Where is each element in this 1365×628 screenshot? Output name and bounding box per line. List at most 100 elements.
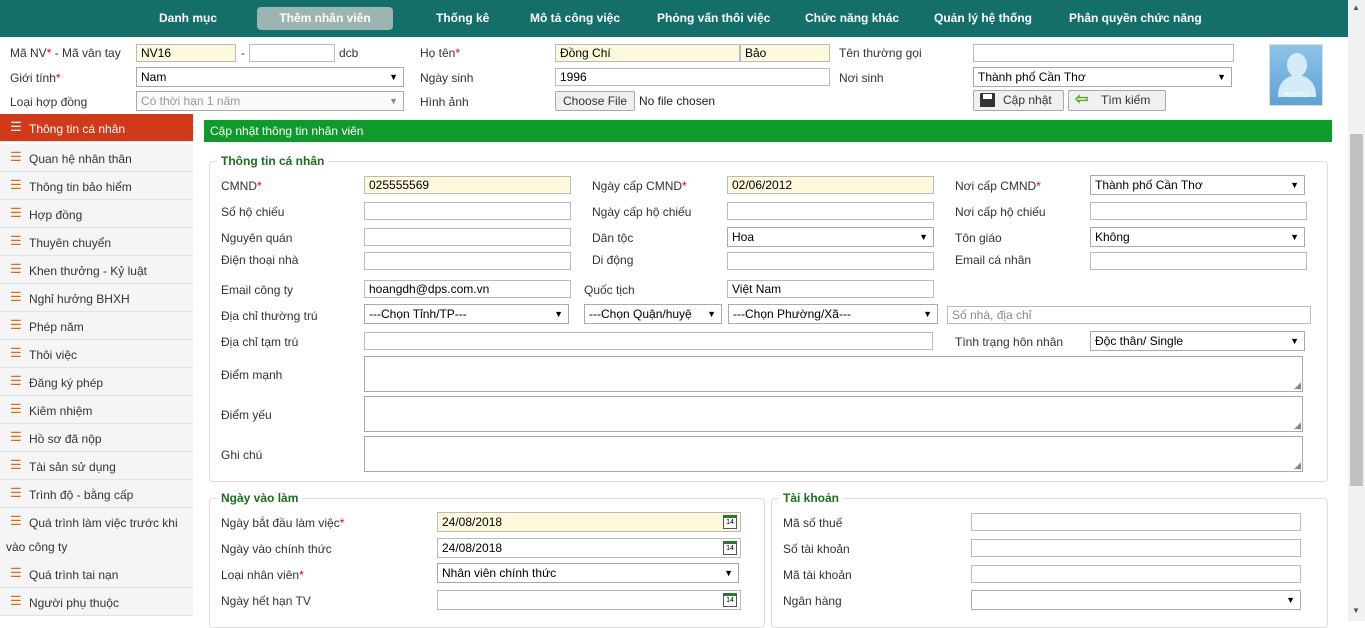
ghi-chu-textarea[interactable]: ◢ bbox=[364, 436, 1303, 472]
email-cong-ty-input[interactable]: hoangdh@dps.com.vn bbox=[364, 280, 571, 298]
ma-so-thue-input[interactable] bbox=[971, 513, 1301, 531]
sidebar-item-thong-tin-ca-nhan[interactable]: ☰ Thông tin cá nhân bbox=[0, 114, 193, 142]
ngay-cap-ho-chieu-input[interactable] bbox=[727, 202, 934, 220]
ho-input[interactable]: Đồng Chí bbox=[555, 44, 740, 62]
tai-khoan-legend: Tài khoản bbox=[779, 491, 844, 505]
quan-select[interactable]: ---Chọn Quận/huyệ ▼ bbox=[584, 304, 722, 324]
di-dong-label: Di động bbox=[592, 253, 634, 267]
so-ho-chieu-input[interactable] bbox=[364, 202, 571, 220]
ten-input[interactable]: Bảo bbox=[740, 44, 830, 62]
so-tai-khoan-label: Số tài khoản bbox=[783, 542, 850, 556]
ngay-bat-dau-label: Ngày bắt đầu làm việc* bbox=[221, 516, 345, 530]
personal-legend: Thông tin cá nhân bbox=[217, 154, 329, 168]
ngay-bat-dau-input[interactable]: 24/08/2018 14 bbox=[437, 512, 741, 532]
tinh-select[interactable]: ---Chọn Tỉnh/TP--- ▼ bbox=[364, 304, 569, 324]
nav-phan-quyen[interactable]: Phân quyền chức năng bbox=[1069, 0, 1202, 37]
ma-tai-khoan-input[interactable] bbox=[971, 565, 1301, 583]
loai-hop-dong-label: Loại hợp đồng bbox=[10, 95, 88, 109]
sidebar-item-quan-he-nhan-than[interactable]: ☰ Quan hệ nhân thân bbox=[0, 144, 193, 172]
page-scrollbar[interactable]: ▲ ▼ bbox=[1348, 0, 1365, 621]
ngay-cap-cmnd-input[interactable]: 02/06/2012 bbox=[727, 176, 934, 194]
dia-chi-thuong-tru-label: Địa chỉ thường trú bbox=[221, 309, 318, 323]
so-tai-khoan-input[interactable] bbox=[971, 539, 1301, 557]
resize-grip-icon: ◢ bbox=[1294, 420, 1301, 430]
chevron-down-icon: ▼ bbox=[1290, 232, 1299, 242]
sidebar-item-ho-so-da-nop[interactable]: ☰ Hồ sơ đã nộp bbox=[0, 424, 193, 452]
sidebar-item-tai-san-su-dung[interactable]: ☰ Tài sản sử dụng bbox=[0, 452, 193, 480]
cap-nhat-button[interactable]: Cập nhật bbox=[973, 90, 1064, 111]
ngay-vao-lam-legend: Ngày vào làm bbox=[217, 491, 303, 505]
scroll-down-icon[interactable]: ▼ bbox=[1352, 606, 1360, 615]
ngay-sinh-input[interactable]: 1996 bbox=[555, 68, 830, 86]
cmnd-input[interactable]: 025555569 bbox=[364, 176, 571, 194]
calendar-icon[interactable]: 14 bbox=[723, 541, 737, 555]
ton-giao-label: Tôn giáo bbox=[955, 231, 1002, 245]
scroll-up-icon[interactable]: ▲ bbox=[1352, 3, 1360, 12]
sidebar-item-hop-dong[interactable]: ☰ Hợp đồng bbox=[0, 200, 193, 228]
nav-chuc-nang-khac[interactable]: Chức năng khác bbox=[805, 0, 899, 37]
dien-thoai-nha-input[interactable] bbox=[364, 252, 571, 270]
sidebar-item-khen-thuong[interactable]: ☰ Khen thưởng - Kỷ luật bbox=[0, 256, 193, 284]
sidebar-item-kiem-nhiem[interactable]: ☰ Kiêm nhiệm bbox=[0, 396, 193, 424]
noi-sinh-select[interactable]: Thành phố Cần Thơ ▼ bbox=[973, 67, 1232, 87]
nav-mo-ta-cong-viec[interactable]: Mô tả công việc bbox=[530, 0, 620, 37]
dcb-text: dcb bbox=[339, 46, 359, 60]
nav-them-nhan-vien[interactable]: Thêm nhân viên bbox=[257, 7, 393, 30]
ngay-chinh-thuc-input[interactable]: 24/08/2018 14 bbox=[437, 538, 741, 558]
quoc-tich-input[interactable]: Việt Nam bbox=[727, 280, 934, 298]
chevron-down-icon: ▼ bbox=[923, 309, 932, 319]
menu-icon: ☰ bbox=[10, 119, 22, 134]
chevron-down-icon: ▼ bbox=[1290, 180, 1299, 190]
phuong-select[interactable]: ---Chọn Phường/Xã--- ▼ bbox=[728, 304, 938, 324]
sidebar-item-nguoi-phu-thuoc[interactable]: ☰ Người phụ thuộc bbox=[0, 588, 193, 616]
gioi-tinh-select[interactable]: Nam ▼ bbox=[136, 67, 404, 87]
dan-toc-select[interactable]: Hoa ▼ bbox=[727, 227, 934, 247]
noi-cap-cmnd-select[interactable]: Thành phố Cần Thơ ▼ bbox=[1090, 175, 1305, 195]
loai-hop-dong-select[interactable]: Có thời hạn 1 năm ▼ bbox=[136, 91, 404, 111]
calendar-icon[interactable]: 14 bbox=[723, 515, 737, 529]
ngay-het-han-input[interactable]: 14 bbox=[437, 590, 741, 610]
sidebar-item-qua-trinh-tai-nan[interactable]: ☰ Quá trình tai nạn bbox=[0, 560, 193, 588]
sidebar-item-trinh-do[interactable]: ☰ Trình độ - bằng cấp bbox=[0, 480, 193, 508]
avatar-photo: PHOTO bbox=[1269, 44, 1323, 106]
dien-thoai-nha-label: Điện thoại nhà bbox=[221, 253, 299, 267]
ma-tai-khoan-label: Mã tài khoản bbox=[783, 568, 852, 582]
tim-kiem-button[interactable]: ⇦ Tìm kiếm bbox=[1068, 90, 1166, 111]
sidebar-item-thoi-viec[interactable]: ☰ Thôi việc bbox=[0, 340, 193, 368]
gioi-tinh-label: Giới tính* bbox=[10, 71, 61, 85]
chevron-down-icon: ▼ bbox=[389, 96, 398, 106]
menu-icon: ☰ bbox=[10, 457, 22, 472]
ngan-hang-select[interactable]: ▼ bbox=[971, 590, 1301, 610]
sidebar-item-phep-nam[interactable]: ☰ Phép năm bbox=[0, 312, 193, 340]
diem-yeu-textarea[interactable]: ◢ bbox=[364, 396, 1303, 432]
sidebar-item-qua-trinh-lam-viec[interactable]: ☰ Quá trình làm việc trước khi vào công ty bbox=[0, 508, 193, 562]
tinh-trang-hon-nhan-select[interactable]: Độc thân/ Single ▼ bbox=[1090, 331, 1305, 351]
sidebar-item-dang-ky-phep[interactable]: ☰ Đăng ký phép bbox=[0, 368, 193, 396]
calendar-icon[interactable]: 14 bbox=[723, 593, 737, 607]
diem-manh-textarea[interactable]: ◢ bbox=[364, 356, 1303, 392]
email-cong-ty-label: Email công ty bbox=[221, 283, 294, 297]
nguyen-quan-input[interactable] bbox=[364, 228, 571, 246]
nav-danh-muc[interactable]: Danh mục bbox=[159, 0, 217, 37]
nav-thong-ke[interactable]: Thống kê bbox=[436, 0, 489, 37]
email-ca-nhan-input[interactable] bbox=[1090, 252, 1307, 270]
noi-cap-ho-chieu-input[interactable] bbox=[1090, 202, 1307, 220]
ma-nv-input[interactable]: NV16 bbox=[136, 44, 236, 62]
ten-thuong-goi-input[interactable] bbox=[973, 44, 1234, 62]
ton-giao-select[interactable]: Không ▼ bbox=[1090, 227, 1305, 247]
noi-cap-cmnd-label: Nơi cấp CMND* bbox=[955, 179, 1041, 193]
ma-van-tay-input[interactable] bbox=[249, 44, 335, 62]
choose-file-button[interactable]: Choose File bbox=[555, 91, 636, 111]
nav-quan-ly-he-thong[interactable]: Quản lý hệ thống bbox=[934, 0, 1032, 37]
ngay-cap-cmnd-label: Ngày cấp CMND* bbox=[592, 179, 687, 193]
sidebar-item-thuyen-chuyen[interactable]: ☰ Thuyên chuyển bbox=[0, 228, 193, 256]
scrollbar-thumb[interactable] bbox=[1350, 134, 1363, 486]
nav-phong-van-thoi-viec[interactable]: Phỏng vấn thôi việc bbox=[657, 0, 770, 37]
dia-chi-tam-tru-input[interactable] bbox=[364, 332, 933, 350]
sidebar-item-thong-tin-bao-hiem[interactable]: ☰ Thông tin bảo hiểm bbox=[0, 172, 193, 200]
di-dong-input[interactable] bbox=[727, 252, 934, 270]
loai-nhan-vien-select[interactable]: Nhân viên chính thức ▼ bbox=[437, 563, 739, 583]
so-nha-input[interactable]: Số nhà, địa chỉ bbox=[947, 306, 1311, 324]
sidebar-item-nghi-huong-bhxh[interactable]: ☰ Nghỉ hưởng BHXH bbox=[0, 284, 193, 312]
dia-chi-tam-tru-label: Địa chỉ tạm trú bbox=[221, 335, 299, 349]
